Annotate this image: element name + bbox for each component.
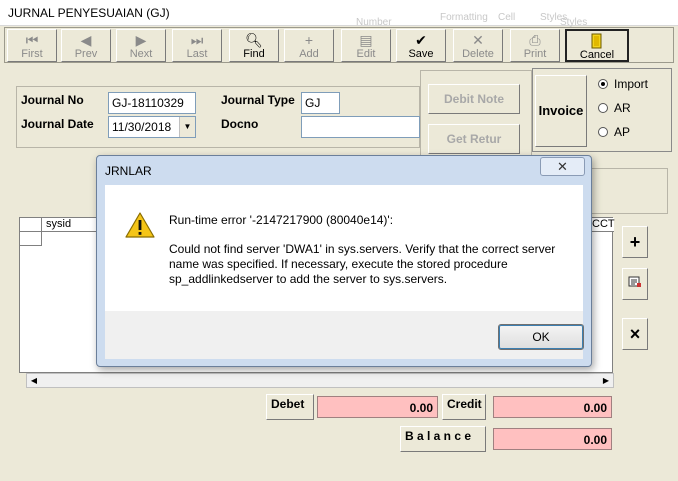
runtime-error-dialog: JRNLAR ✕ Run-time error '-2147217900 (80… (96, 155, 592, 367)
radio-ar[interactable]: AR (598, 101, 631, 115)
docno-label: Docno (221, 117, 259, 131)
first-button[interactable]: ⏮ First (7, 29, 57, 62)
close-icon: × (629, 324, 641, 344)
delete-button[interactable]: ✕ Delete (453, 29, 503, 62)
background-ribbon-text: Formatting (440, 12, 488, 23)
edit-button[interactable]: ▤ Edit (341, 29, 391, 62)
print-button[interactable]: ⎙ Print (510, 29, 560, 62)
chevron-down-icon[interactable]: ▼ (179, 117, 195, 137)
grid-horizontal-scrollbar[interactable]: ◀ ▶ (26, 373, 614, 388)
journal-type-field[interactable]: GJ (301, 92, 340, 114)
journal-type-label: Journal Type (221, 93, 295, 107)
get-retur-button[interactable]: Get Retur (428, 124, 520, 154)
journal-date-combo[interactable]: 11/30/2018 ▼ (108, 116, 196, 138)
error-message: Could not find server 'DWA1' in sys.serv… (169, 242, 556, 286)
window-title: JURNAL PENYESUAIAN (GJ) (8, 6, 170, 20)
dialog-body: Run-time error '-2147217900 (80040e14)':… (105, 185, 583, 311)
dialog-title: JRNLAR (105, 164, 152, 178)
edit-list-icon (628, 276, 642, 291)
scroll-left-icon[interactable]: ◀ (27, 374, 41, 387)
radio-import[interactable]: Import (598, 77, 648, 91)
find-button[interactable]: 🔍︎ Find (229, 29, 279, 62)
radio-selected-icon (598, 79, 608, 89)
plus-icon: + (304, 32, 314, 48)
background-ribbon-text: Cell (498, 12, 516, 23)
radio-empty-icon (598, 127, 608, 137)
grid-row-selector[interactable] (20, 232, 42, 246)
edit-row-button[interactable] (622, 268, 648, 300)
exit-door-icon (567, 33, 627, 49)
last-button[interactable]: ⏭ Last (172, 29, 222, 62)
dialog-footer: OK (105, 311, 584, 359)
last-record-icon: ⏭ (190, 32, 204, 48)
journal-date-value: 11/30/2018 (112, 120, 172, 134)
docno-field[interactable] (301, 116, 420, 138)
radio-empty-icon (598, 103, 608, 113)
credit-label: Credit (442, 394, 486, 420)
journal-date-label: Journal Date (21, 117, 94, 131)
printer-icon: ⎙ (529, 32, 541, 48)
journal-no-field[interactable]: GJ-18110329 (108, 92, 196, 114)
prev-record-icon: ◀ (80, 32, 92, 48)
save-button[interactable]: ✔ Save (396, 29, 446, 62)
debet-label: Debet (266, 394, 314, 420)
balance-label: B a l a n c e (400, 426, 486, 452)
warning-icon (124, 211, 156, 242)
next-button[interactable]: ▶ Next (116, 29, 166, 62)
checkmark-icon: ✔ (415, 32, 427, 48)
error-heading: Run-time error '-2147217900 (80040e14)': (169, 213, 394, 227)
add-row-button[interactable]: + (622, 226, 648, 258)
balance-total: 0.00 (493, 428, 612, 450)
navigation-toolbar: ⏮ First ◀ Prev ▶ Next ⏭ Last 🔍︎ Find + A… (4, 27, 674, 63)
journal-no-label: Journal No (21, 93, 84, 107)
ok-button[interactable]: OK (498, 324, 584, 350)
next-record-icon: ▶ (135, 32, 147, 48)
delete-x-icon: ✕ (472, 32, 484, 48)
edit-icon: ▤ (359, 32, 373, 48)
window-titlebar: JURNAL PENYESUAIAN (GJ) Formatting Cell … (0, 0, 678, 28)
prev-button[interactable]: ◀ Prev (61, 29, 111, 62)
credit-total: 0.00 (493, 396, 612, 418)
first-record-icon: ⏮ (25, 32, 39, 48)
debet-total: 0.00 (317, 396, 438, 418)
delete-row-button[interactable]: × (622, 318, 648, 350)
scroll-right-icon[interactable]: ▶ (599, 374, 613, 387)
grid-corner (20, 218, 42, 232)
close-icon[interactable]: ✕ (540, 157, 585, 176)
plus-icon: + (629, 232, 641, 252)
add-button[interactable]: + Add (284, 29, 334, 62)
invoice-button[interactable]: Invoice (535, 75, 587, 147)
debit-note-button[interactable]: Debit Note (428, 84, 520, 114)
radio-ap[interactable]: AP (598, 125, 630, 139)
magnifier-icon: 🔍︎ (245, 32, 263, 48)
cancel-button[interactable]: Cancel (565, 29, 629, 62)
